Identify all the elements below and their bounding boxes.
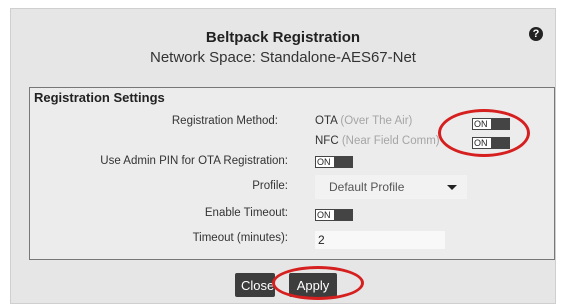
- timeout-input[interactable]: [315, 231, 445, 249]
- enable-timeout-toggle[interactable]: ON: [315, 209, 353, 221]
- admin-pin-toggle-label: ON: [316, 157, 334, 167]
- dialog-subtitle: Network Space: Standalone-AES67-Net: [150, 49, 416, 66]
- close-button[interactable]: Close: [235, 273, 275, 297]
- registration-method-label: Registration Method:: [171, 115, 278, 127]
- nfc-name: NFC: [315, 135, 339, 147]
- profile-label: Profile:: [252, 180, 288, 192]
- timeout-label: Timeout (minutes):: [192, 232, 288, 244]
- nfc-desc: (Near Field Comm): [341, 135, 440, 147]
- ota-desc: (Over The Air): [340, 115, 413, 127]
- toggles-highlight-ring: [438, 109, 530, 157]
- ota-name: OTA: [315, 115, 338, 127]
- dialog-title: Beltpack Registration: [205, 29, 361, 46]
- ota-option: OTA (Over The Air): [315, 115, 412, 127]
- apply-highlight-ring: [272, 266, 364, 300]
- chevron-down-icon: [447, 185, 457, 190]
- settings-header: Registration Settings: [34, 90, 165, 105]
- profile-select[interactable]: Default Profile: [315, 175, 467, 199]
- admin-pin-toggle[interactable]: ON: [315, 156, 353, 168]
- profile-value: Default Profile: [329, 180, 405, 194]
- help-icon[interactable]: ?: [529, 27, 543, 41]
- nfc-option: NFC (Near Field Comm): [315, 135, 440, 147]
- enable-timeout-toggle-label: ON: [316, 210, 334, 220]
- admin-pin-label: Use Admin PIN for OTA Registration:: [100, 155, 288, 167]
- enable-timeout-label: Enable Timeout:: [204, 207, 288, 219]
